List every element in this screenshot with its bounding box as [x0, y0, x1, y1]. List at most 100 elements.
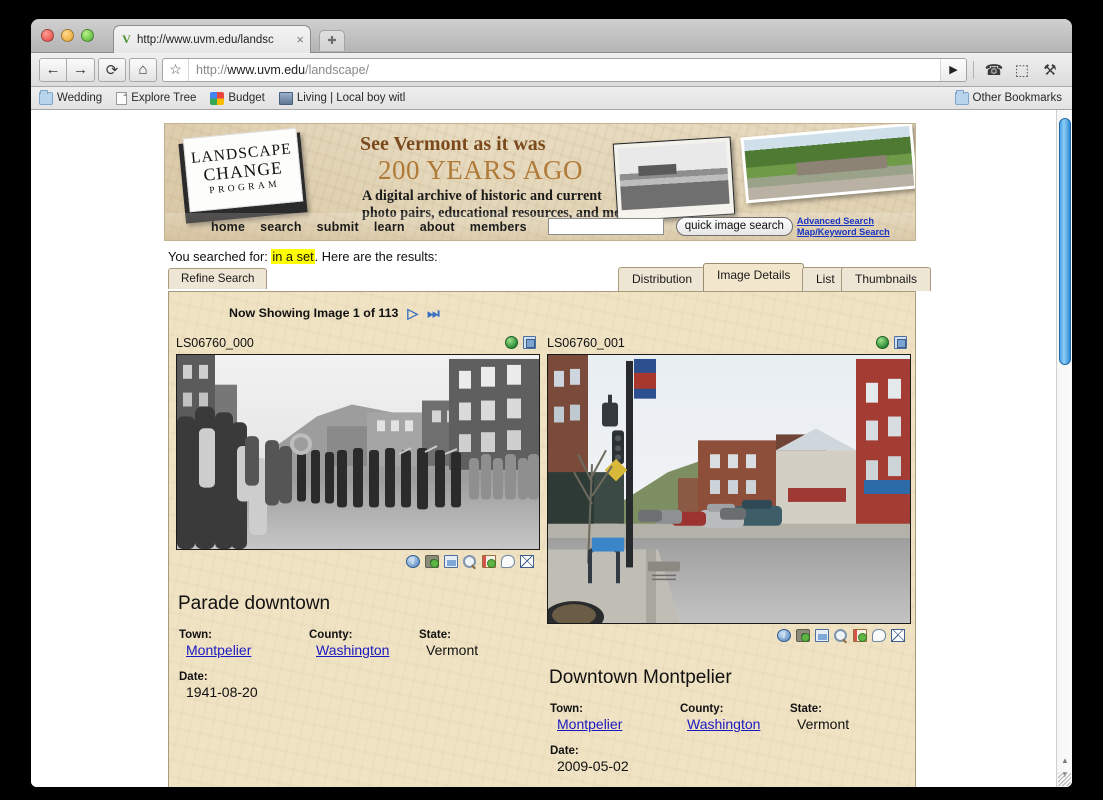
comment-icon[interactable]: [501, 555, 515, 568]
window-minimize-button[interactable]: [61, 29, 74, 42]
search-summary-suffix: . Here are the results:: [314, 249, 438, 264]
state-label: State:: [419, 629, 451, 641]
email-icon[interactable]: [520, 555, 534, 568]
browser-tab[interactable]: V http://www.uvm.edu/landsc ×: [113, 25, 311, 53]
add-photo-icon[interactable]: [796, 629, 810, 642]
scrollbar-thumb[interactable]: [1059, 118, 1071, 365]
page-viewport: LANDSCAPE CHANGE PROGRAM See Vermont as …: [31, 110, 1072, 787]
nav-item-submit[interactable]: submit: [317, 220, 359, 234]
url-text[interactable]: http://www.uvm.edu/landscape/: [189, 63, 940, 77]
back-button[interactable]: ←: [39, 57, 67, 82]
copy-icon[interactable]: [894, 336, 907, 349]
page-menu-icon: ⬚: [1014, 61, 1030, 79]
nav-item-members[interactable]: members: [470, 220, 527, 234]
town-label: Town:: [179, 629, 212, 641]
window-icon[interactable]: [815, 629, 829, 642]
back-icon: ←: [45, 61, 61, 78]
map-keyword-search-link[interactable]: Map/Keyword Search: [797, 227, 890, 238]
date-value: 2009-05-02: [557, 758, 629, 774]
nav-item-home[interactable]: home: [211, 220, 245, 234]
new-tab-button[interactable]: ✚: [319, 30, 345, 51]
historic-photo[interactable]: [176, 354, 540, 550]
scroll-up-button[interactable]: ▲: [1060, 756, 1070, 765]
globe-icon[interactable]: [876, 336, 889, 349]
town-link[interactable]: Montpelier: [557, 716, 622, 732]
county-link[interactable]: Washington: [316, 642, 389, 658]
address-bar[interactable]: ☆ http://www.uvm.edu/landscape/ ▶: [162, 57, 967, 82]
nav-item-about[interactable]: about: [420, 220, 455, 234]
image-pane-current: LS06760_001 i Downtown Montpelier Town: …: [547, 334, 911, 776]
add-note-icon[interactable]: [853, 629, 867, 642]
phone-button[interactable]: ☎: [980, 58, 1008, 82]
advanced-search-link[interactable]: Advanced Search: [797, 216, 890, 227]
pane-header: LS06760_000: [176, 334, 540, 351]
forward-button[interactable]: →: [67, 57, 95, 82]
email-icon[interactable]: [891, 629, 905, 642]
county-label: County:: [680, 703, 724, 715]
last-image-icon[interactable]: ⏭: [427, 306, 440, 320]
search-term-highlight: in a set: [271, 249, 315, 264]
copy-icon[interactable]: [523, 336, 536, 349]
bookmark-star-button[interactable]: ☆: [163, 58, 189, 81]
tab-image-details[interactable]: Image Details: [703, 263, 805, 291]
tab-close-icon[interactable]: ×: [296, 32, 304, 47]
quick-search-input[interactable]: [547, 218, 664, 235]
bookmark-item[interactable]: Wedding: [39, 89, 102, 105]
image-metadata-row: Town: Montpelier County: Washington Stat…: [550, 703, 911, 734]
image-id: LS06760_000: [176, 335, 254, 350]
url-host: www.uvm.edu: [227, 62, 306, 77]
bookmark-item[interactable]: Living | Local boy witl: [278, 91, 406, 105]
county-value: Washington: [687, 715, 790, 734]
toolbar-divider: [973, 60, 974, 79]
tab-distribution[interactable]: Distribution: [618, 267, 707, 291]
site-logo[interactable]: LANDSCAPE CHANGE PROGRAM: [178, 127, 308, 224]
town-value: Montpelier: [186, 641, 309, 660]
comment-icon[interactable]: [872, 629, 886, 642]
go-button[interactable]: ▶: [940, 58, 966, 81]
site-nav: home search submit learn about members q…: [165, 213, 915, 240]
phone-icon: ☎: [984, 61, 1004, 79]
metadata-state: State: Vermont: [790, 703, 849, 734]
town-link[interactable]: Montpelier: [186, 642, 251, 658]
page-menu-button[interactable]: ⬚: [1008, 58, 1036, 82]
advanced-search-links: Advanced Search Map/Keyword Search: [797, 216, 890, 237]
window-icon[interactable]: [444, 555, 458, 568]
county-link[interactable]: Washington: [687, 716, 760, 732]
metadata-county: County: Washington: [309, 629, 419, 660]
tools-menu-button[interactable]: ⚒: [1036, 58, 1064, 82]
now-showing-bar: Now Showing Image 1 of 113 ▷ ⏭: [229, 306, 440, 321]
reload-button[interactable]: ⟳: [98, 57, 126, 82]
refine-search-tab[interactable]: Refine Search: [168, 268, 268, 289]
reload-icon: ⟳: [105, 61, 119, 79]
home-button[interactable]: ⌂: [129, 57, 157, 82]
other-bookmarks-button[interactable]: Other Bookmarks: [954, 89, 1062, 105]
state-label: State:: [790, 703, 822, 715]
bookmark-item[interactable]: Explore Tree: [116, 91, 196, 105]
nav-item-learn[interactable]: learn: [374, 220, 405, 234]
magnifier-icon[interactable]: [834, 629, 848, 642]
home-icon: ⌂: [138, 61, 148, 78]
bookmark-item[interactable]: Budget: [210, 91, 265, 105]
bookmark-label: Living | Local boy witl: [296, 92, 406, 104]
current-photo[interactable]: [547, 354, 911, 624]
page-scrollbar[interactable]: ▲ ▼: [1056, 110, 1072, 787]
image-id: LS06760_001: [547, 335, 625, 350]
window-close-button[interactable]: [41, 29, 54, 42]
image-action-icons: [547, 629, 911, 642]
date-value: 1941-08-20: [186, 684, 258, 700]
new-tab-icon: ✚: [327, 35, 337, 47]
nav-item-search[interactable]: search: [260, 220, 302, 234]
quick-image-search-button[interactable]: quick image search: [675, 217, 793, 236]
wrench-icon: ⚒: [1043, 61, 1057, 79]
magnifier-icon[interactable]: [463, 555, 477, 568]
info-icon[interactable]: [777, 629, 791, 642]
window-resize-handle[interactable]: [1058, 773, 1071, 786]
tab-thumbnails[interactable]: Thumbnails: [841, 267, 932, 291]
add-photo-icon[interactable]: [425, 555, 439, 568]
next-image-icon[interactable]: ▷: [407, 306, 418, 320]
window-maximize-button[interactable]: [81, 29, 94, 42]
pane-header: LS06760_001: [547, 334, 911, 351]
add-note-icon[interactable]: [482, 555, 496, 568]
info-icon[interactable]: [406, 555, 420, 568]
globe-icon[interactable]: [505, 336, 518, 349]
